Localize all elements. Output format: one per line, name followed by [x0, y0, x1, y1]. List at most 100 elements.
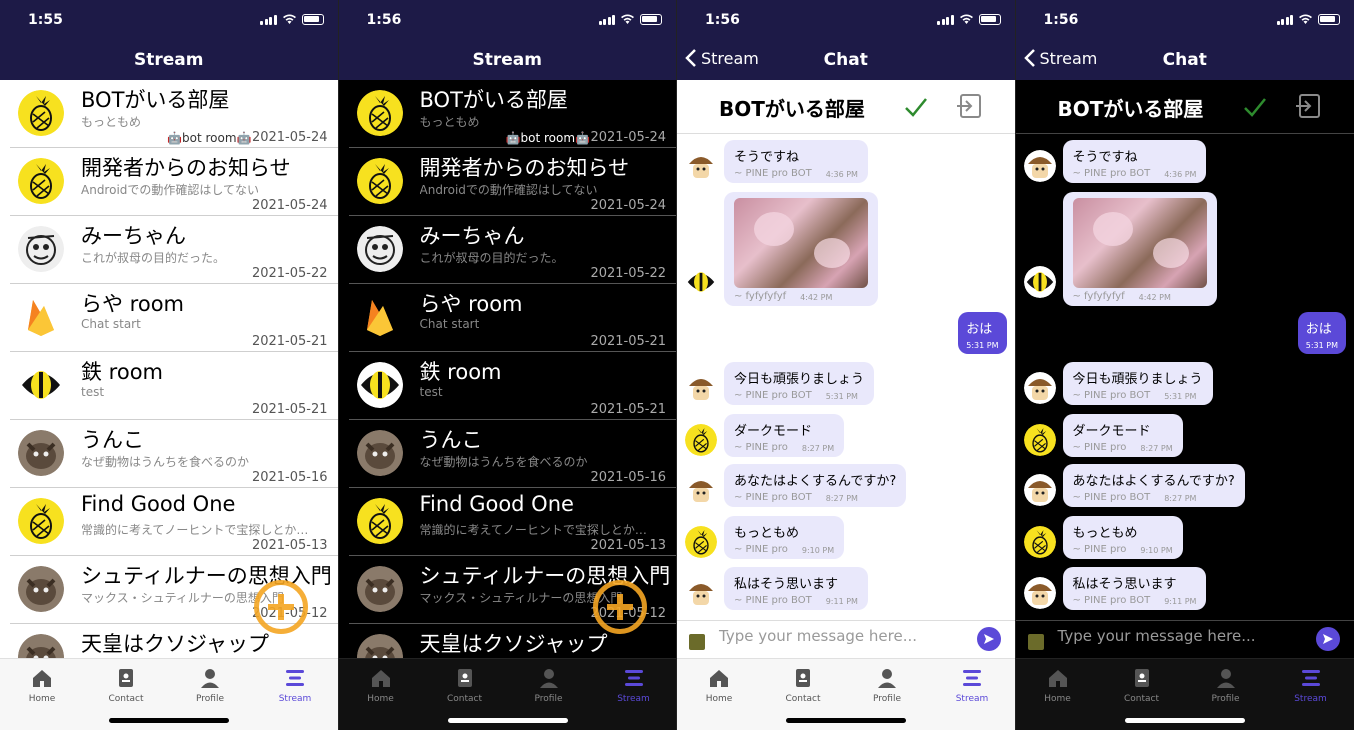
- message-bubble[interactable]: 今日も頑張りましょう ~ PINE pro BOT 5:31 PM: [1062, 362, 1213, 405]
- sender-avatar: [1023, 150, 1056, 182]
- message-bubble[interactable]: そうですね ~ PINE pro BOT 4:36 PM: [1062, 140, 1207, 183]
- message-bubble[interactable]: 今日も頑張りましょう ~ PINE pro BOT 5:31 PM: [724, 362, 875, 405]
- cellular-signal-icon: [598, 14, 615, 25]
- message-time: 5:31 PM: [825, 392, 858, 401]
- tab-stream[interactable]: Stream: [604, 667, 664, 704]
- stream-row[interactable]: 鉄 room test 2021-05-21: [10, 352, 338, 420]
- room-date: 2021-05-22: [251, 266, 328, 281]
- tab-home[interactable]: Home: [12, 667, 72, 704]
- tab-label: Contact: [1123, 694, 1159, 704]
- message-input[interactable]: Type your message here...: [1058, 627, 1256, 645]
- home-icon: [689, 667, 749, 689]
- exit-room-icon[interactable]: [1294, 92, 1322, 120]
- image-attach-icon[interactable]: [689, 634, 705, 650]
- stream-row[interactable]: BOTがいる部屋 もっともめ 🤖bot room🤖 2021-05-24: [348, 80, 676, 148]
- status-time: 1:56: [1043, 12, 1079, 28]
- nav-header: 1:56 Stream Chat: [677, 0, 1015, 80]
- stream-row[interactable]: Find Good One 常識的に考えてノーヒントで宝探しとか… 2021-05-…: [348, 488, 676, 556]
- room-avatar: [18, 634, 64, 658]
- room-last-message: これが叔母の目的だった。: [81, 251, 226, 265]
- message-time: 4:42 PM: [800, 293, 833, 302]
- stream-row[interactable]: BOTがいる部屋 もっともめ 🤖bot room🤖 2021-05-24: [10, 80, 338, 148]
- status-icons: [260, 14, 324, 25]
- message-bubble[interactable]: もっともめ ~ PINE pro 9:10 PM: [724, 516, 845, 559]
- message-text: そうですね: [734, 150, 800, 165]
- message-bubble[interactable]: そうですね ~ PINE pro BOT 4:36 PM: [724, 140, 868, 183]
- person-icon: [1196, 667, 1256, 689]
- message-bubble[interactable]: ダークモード ~ PINE pro 8:27 PM: [1062, 414, 1183, 457]
- add-room-button[interactable]: [254, 580, 308, 634]
- tab-home[interactable]: Home: [1028, 667, 1088, 704]
- message-bubble[interactable]: ダークモード ~ PINE pro 8:27 PM: [724, 414, 845, 457]
- tab-stream[interactable]: Stream: [942, 667, 1002, 704]
- stream-row[interactable]: 開発者からのお知らせ Androidでの動作確認はしてない 2021-05-24: [10, 148, 338, 216]
- room-avatar: [18, 566, 64, 612]
- room-date: 2021-05-21: [590, 334, 666, 349]
- message-composer: Type your message here...: [1015, 620, 1354, 658]
- cherry-blossom-photo[interactable]: [734, 198, 868, 288]
- message-sender: ~ PINE pro BOT: [734, 492, 812, 503]
- person-icon: [857, 667, 917, 689]
- tab-contact[interactable]: Contact: [435, 667, 495, 704]
- message-bubble[interactable]: 私はそう思います ~ PINE pro BOT 9:11 PM: [724, 567, 868, 610]
- message-sender: ~ PINE pro BOT: [734, 168, 812, 179]
- contact-card-icon: [1112, 667, 1172, 689]
- message-text: 今日も頑張りましょう: [1072, 372, 1203, 387]
- check-icon[interactable]: [903, 94, 929, 120]
- tab-profile[interactable]: Profile: [519, 667, 579, 704]
- room-last-message: なぜ動物はうんちを食べるのか: [419, 455, 588, 469]
- wifi-icon: [282, 14, 296, 24]
- stream-row[interactable]: らや room Chat start 2021-05-21: [348, 284, 676, 352]
- wifi-icon: [959, 14, 973, 24]
- message-time: 5:31 PM: [966, 341, 999, 350]
- status-icons: [598, 14, 662, 25]
- tab-profile[interactable]: Profile: [857, 667, 917, 704]
- stream-row[interactable]: うんこ なぜ動物はうんちを食べるのか 2021-05-16: [10, 420, 338, 488]
- message-time: 4:36 PM: [825, 170, 858, 179]
- cellular-signal-icon: [1276, 14, 1293, 25]
- message-time: 4:42 PM: [1138, 293, 1171, 302]
- stream-row[interactable]: 鉄 room test 2021-05-21: [348, 352, 676, 420]
- room-avatar: [356, 566, 403, 612]
- stream-row[interactable]: みーちゃん これが叔母の目的だった。 2021-05-22: [10, 216, 338, 284]
- send-button[interactable]: [1316, 627, 1340, 651]
- message-bubble[interactable]: おは 5:31 PM: [958, 312, 1007, 354]
- image-attach-icon[interactable]: [1027, 634, 1044, 650]
- room-badge: 🤖bot room🤖: [505, 131, 590, 145]
- message-bubble[interactable]: もっともめ ~ PINE pro 9:10 PM: [1062, 516, 1183, 559]
- message-bubble[interactable]: あなたはよくするんですか? ~ PINE pro BOT 8:27 PM: [724, 464, 907, 507]
- message-text: もっともめ: [1072, 526, 1138, 541]
- home-icon: [1028, 667, 1088, 689]
- message-time: 4:36 PM: [1164, 170, 1197, 179]
- message-input[interactable]: Type your message here...: [719, 627, 917, 645]
- message-bubble[interactable]: おは 5:31 PM: [1297, 312, 1346, 354]
- tab-home[interactable]: Home: [351, 667, 411, 704]
- message-bubble[interactable]: ~ fyfyfyfyf 4:42 PM: [724, 192, 878, 306]
- sender-avatar: [1023, 577, 1056, 609]
- tab-profile[interactable]: Profile: [1196, 667, 1256, 704]
- stream-row[interactable]: らや room Chat start 2021-05-21: [10, 284, 338, 352]
- tab-contact[interactable]: Contact: [1112, 667, 1172, 704]
- cherry-blossom-photo[interactable]: [1072, 198, 1207, 288]
- tab-home[interactable]: Home: [689, 667, 749, 704]
- tab-label: Home: [367, 694, 394, 704]
- stream-row[interactable]: 開発者からのお知らせ Androidでの動作確認はしてない 2021-05-24: [348, 148, 676, 216]
- stream-row[interactable]: Find Good One 常識的に考えてノーヒントで宝探しとか… 2021-05-…: [10, 488, 338, 556]
- message-time: 9:10 PM: [801, 546, 835, 555]
- check-icon[interactable]: [1242, 94, 1268, 120]
- message-bubble[interactable]: 私はそう思います ~ PINE pro BOT 9:11 PM: [1062, 567, 1207, 610]
- message-bubble[interactable]: ~ fyfyfyfyf 4:42 PM: [1062, 192, 1217, 306]
- stream-row[interactable]: うんこ なぜ動物はうんちを食べるのか 2021-05-16: [348, 420, 676, 488]
- send-button[interactable]: [976, 627, 1001, 651]
- tab-stream[interactable]: Stream: [265, 667, 325, 704]
- tab-contact[interactable]: Contact: [96, 667, 156, 704]
- tab-label: Contact: [446, 694, 482, 704]
- exit-room-icon[interactable]: [955, 92, 983, 120]
- tab-stream[interactable]: Stream: [1281, 667, 1341, 704]
- tab-profile[interactable]: Profile: [180, 667, 240, 704]
- stream-row[interactable]: みーちゃん これが叔母の目的だった。 2021-05-22: [348, 216, 676, 284]
- contact-card-icon: [435, 667, 495, 689]
- tab-contact[interactable]: Contact: [773, 667, 833, 704]
- add-room-button[interactable]: [592, 580, 647, 634]
- message-bubble[interactable]: あなたはよくするんですか? ~ PINE pro BOT 8:27 PM: [1062, 464, 1245, 507]
